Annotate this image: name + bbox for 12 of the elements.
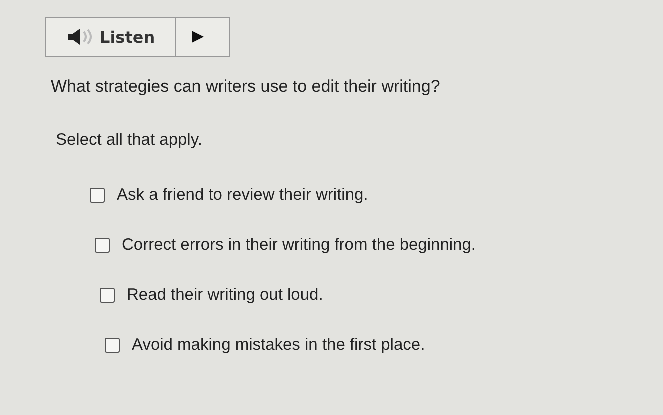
option-label[interactable]: Read their writing out loud.	[127, 286, 324, 305]
question-text: What strategies can writers use to edit their writing?	[51, 77, 442, 97]
checkbox[interactable]	[100, 288, 115, 303]
option-label[interactable]: Correct errors in their writing from the beginning.	[122, 236, 476, 255]
checkbox[interactable]	[95, 238, 110, 253]
instruction-text: Select all that apply.	[56, 131, 204, 150]
option-label[interactable]: Ask a friend to review their writing.	[117, 186, 368, 205]
play-icon	[191, 30, 205, 44]
option-label[interactable]: Avoid making mistakes in the first place.	[132, 336, 426, 355]
checkbox[interactable]	[90, 188, 105, 203]
listen-button[interactable]: Listen	[46, 18, 176, 56]
checkbox[interactable]	[105, 338, 120, 353]
